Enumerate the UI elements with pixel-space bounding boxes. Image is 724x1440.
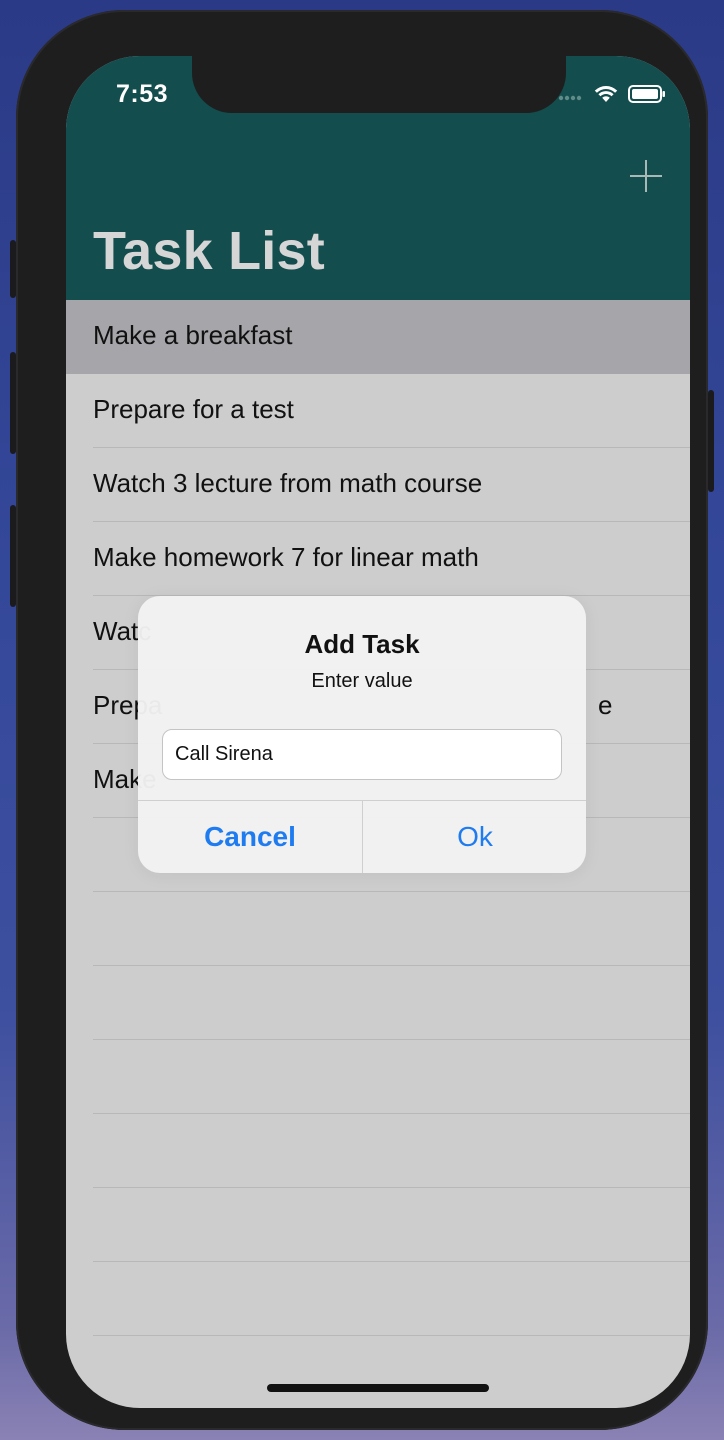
task-row[interactable]: Make a breakfast xyxy=(66,300,690,374)
empty-row xyxy=(66,966,690,1040)
task-label-trailing: e xyxy=(598,690,613,720)
home-indicator[interactable] xyxy=(267,1384,489,1392)
power-button xyxy=(708,390,714,492)
task-row[interactable]: Watch 3 lecture from math course xyxy=(66,448,690,522)
status-time: 7:53 xyxy=(116,80,169,108)
signal-icon xyxy=(558,88,584,106)
notch xyxy=(192,56,566,113)
task-row[interactable]: Prepare for a test xyxy=(66,374,690,448)
alert-title: Add Task xyxy=(304,629,420,659)
task-label: Watch 3 lecture from math course xyxy=(93,468,483,498)
wifi-icon xyxy=(594,85,618,108)
empty-row xyxy=(66,892,690,966)
empty-row xyxy=(66,1262,690,1336)
cancel-button[interactable]: Cancel xyxy=(138,801,362,873)
task-name-input[interactable] xyxy=(162,729,562,780)
empty-row xyxy=(66,1114,690,1188)
task-label: Make homework 7 for linear math xyxy=(93,542,479,572)
navigation-bar: 7:53 Task List xyxy=(66,56,690,300)
plus-icon[interactable] xyxy=(626,156,666,196)
empty-row xyxy=(66,1336,690,1408)
battery-icon xyxy=(628,84,666,109)
add-task-alert: Add Task Enter value Cancel Ok xyxy=(138,596,586,873)
ok-button[interactable]: Ok xyxy=(363,801,586,873)
task-label: Make a breakfast xyxy=(93,320,293,350)
task-label: Prepare for a test xyxy=(93,394,294,424)
page-title: Task List xyxy=(93,221,325,281)
alert-message: Enter value xyxy=(311,670,413,692)
empty-row xyxy=(66,1188,690,1262)
empty-row xyxy=(66,1040,690,1114)
status-icons xyxy=(558,84,666,109)
task-row[interactable]: Make homework 7 for linear math xyxy=(66,522,690,596)
